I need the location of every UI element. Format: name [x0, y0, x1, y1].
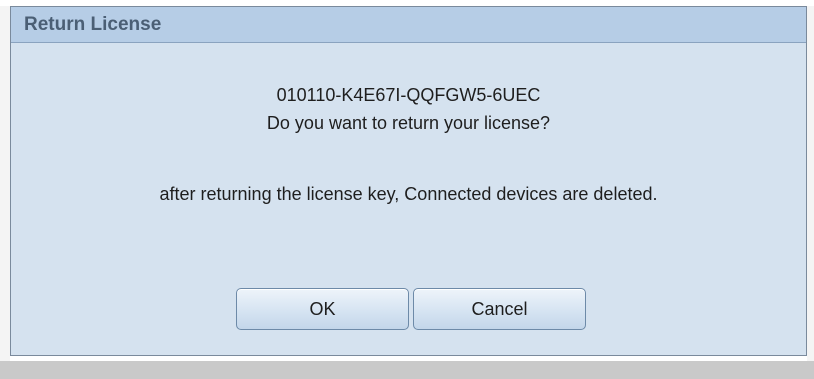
page-background-right — [807, 6, 814, 362]
page-background-left — [0, 6, 10, 362]
dialog-body: 010110-K4E67I-QQFGW5-6UEC Do you want to… — [11, 43, 806, 355]
dialog-title: Return License — [24, 13, 162, 35]
dialog-titlebar[interactable]: Return License — [11, 7, 806, 43]
return-question-text: Do you want to return your license? — [266, 113, 551, 133]
cancel-button[interactable]: Cancel — [413, 288, 586, 330]
license-key-text: 010110-K4E67I-QQFGW5-6UEC — [276, 85, 541, 105]
warning-text: after returning the license key, Connect… — [159, 184, 658, 204]
page-background-bottom — [0, 361, 814, 379]
return-license-dialog: Return License 010110-K4E67I-QQFGW5-6UEC… — [10, 6, 807, 356]
ok-button[interactable]: OK — [236, 288, 409, 330]
